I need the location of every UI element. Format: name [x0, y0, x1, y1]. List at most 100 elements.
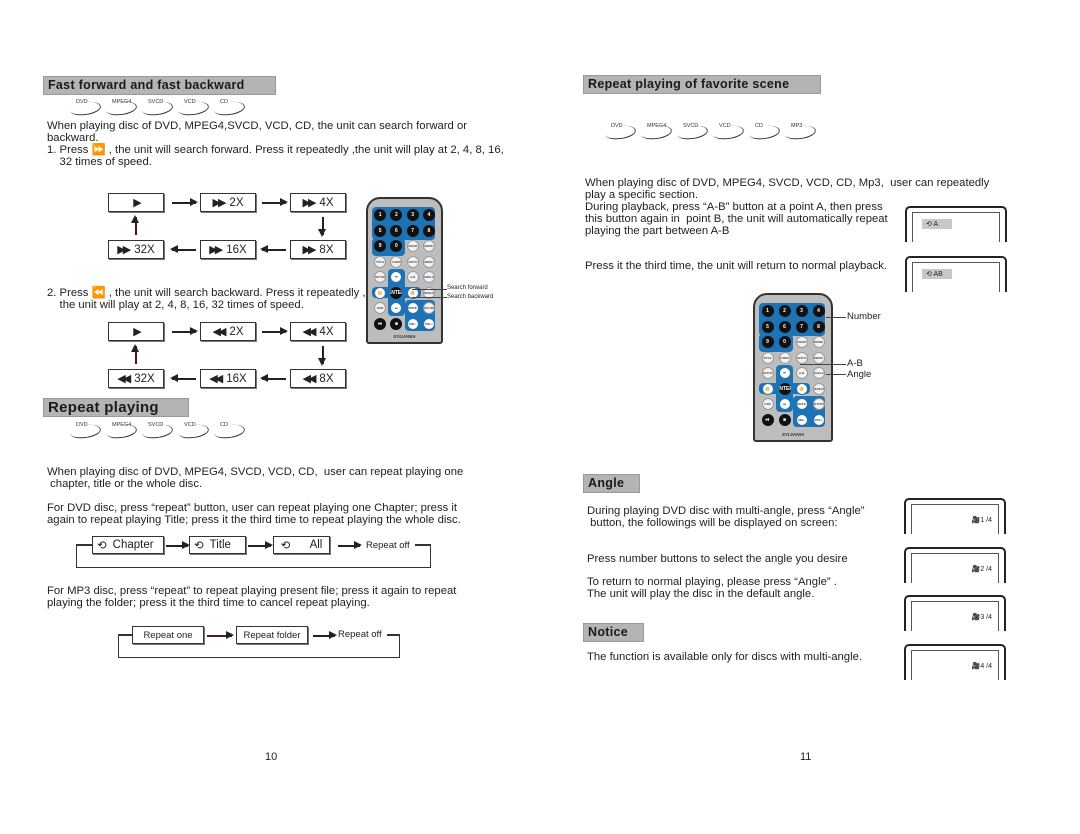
disc-types: DVD MPEG4 SVCD VCD CD MP3 [604, 123, 817, 142]
brand-logo: SYLVANIA [393, 334, 416, 339]
scene-p2: Press it the third time, the unit will r… [585, 260, 888, 272]
remote-key: TITLE [374, 255, 387, 268]
disc-label: CD [755, 123, 763, 129]
section-title-notice: Notice [583, 623, 644, 642]
repeat-p2-1: For DVD disc, press “repeat” button, use… [47, 502, 458, 514]
disc-icon: VCD [712, 123, 745, 142]
fast-forward-icon: ▶▶ [302, 244, 317, 256]
rewind-icon: ◀◀ [212, 326, 227, 338]
angle-p3-2: The unit will play the disc in the defau… [587, 588, 815, 600]
remote-key: OSD [761, 398, 774, 410]
arrow-left [260, 375, 286, 381]
remote-key: VOL+ [812, 413, 825, 426]
fast-forward-icon: ▶▶ [117, 244, 131, 256]
repeat-all-box: ⟲ All [273, 536, 330, 554]
scene-p1-1: When playing disc of DVD, MPEG4, SVCD, V… [585, 177, 990, 189]
fast-forward-icon: ▶▶ [212, 197, 227, 209]
ff-step1-1: 1. Press ⏩ , the unit will search forwar… [47, 144, 504, 156]
remote-key: 6 [778, 320, 791, 333]
remote-key: SETUP [374, 271, 387, 283]
speed-box: ▶▶ 16X [200, 240, 256, 259]
section-title-scene: Repeat playing of favorite scene [583, 75, 821, 94]
disc-label: DVD [76, 422, 88, 428]
fast-forward-icon: ▶▶ [209, 244, 223, 256]
fast-forward-icon: ▶▶ [302, 197, 317, 209]
remote-key: SUBTITLE [406, 255, 419, 268]
scene-p1-2: play a specific section. [585, 189, 699, 201]
angle-p1-1: During playing DVD disc with multi-angle… [587, 505, 865, 517]
speed-label: 4X [319, 325, 334, 338]
repeat-icon: ⟲ [97, 540, 107, 552]
speed-box: ▶ [108, 193, 164, 212]
remote-key: ■ [778, 413, 791, 426]
repeat-chapter-box: ⟲ Chapter [92, 536, 164, 554]
callout-angle: Angle [847, 369, 872, 380]
speed-box: ▶▶ 8X [290, 240, 346, 259]
disc-label: MPEG4 [112, 99, 132, 105]
disc-label: VCD [719, 123, 731, 129]
arrow-left [170, 375, 196, 381]
remote-key: 5 [761, 320, 774, 333]
arrow-right [172, 328, 198, 334]
callout-search-backward: Search backward [447, 294, 494, 300]
speed-label: 16X [226, 372, 247, 385]
disc-label: MPEG4 [112, 422, 132, 428]
angle-screen-3: 🎥3 /4 [904, 595, 1006, 631]
speed-label: 2X [229, 196, 244, 209]
disc-icon: DVD [604, 123, 637, 142]
remote-control: 1234 5678 90 ZOOM MODE TITLE AUDIO SUBTITLE MENU… [753, 293, 833, 442]
speed-box: ◀◀ 32X [108, 369, 164, 388]
speed-box: ▶▶ 4X [290, 193, 346, 212]
remote-key: 7 [406, 224, 419, 237]
repeat-one-box: Repeat one [132, 626, 204, 644]
remote-key: 3 [795, 305, 808, 317]
section-title-ff: Fast forward and fast backward [43, 76, 276, 95]
speed-label: 32X [134, 243, 155, 256]
camera-icon: 🎥 [971, 614, 981, 621]
speed-label: 8X [319, 243, 334, 256]
repeat-p1-1: When playing disc of DVD, MPEG4, SVCD, V… [47, 466, 464, 478]
speed-box: ◀◀ 4X [290, 322, 346, 341]
remote-key: ⏮ [778, 367, 791, 379]
disc-label: CD [220, 422, 228, 428]
play-icon: ▶ [133, 197, 142, 209]
remote-key: ⏭ [778, 398, 791, 410]
disc-icon: DVD [69, 99, 102, 118]
disc-label: SVCD [148, 422, 164, 428]
speed-label: 16X [226, 243, 247, 256]
remote-key: MODE [422, 240, 435, 252]
rewind-icon: ◀◀ [302, 326, 317, 338]
notice-text: The function is available only for discs… [587, 651, 863, 663]
camera-icon: 🎥 [971, 566, 981, 573]
speed-box: ◀◀ 8X [290, 369, 346, 388]
osd-screen-a: ⟲ A [905, 206, 1007, 242]
remote-key: VOL- [795, 413, 808, 426]
section-title-angle: Angle [583, 474, 640, 493]
rewind-icon: ◀◀ [302, 373, 317, 385]
remote-key: ZOOM [795, 336, 808, 348]
remote-key: SUBTITLE [795, 351, 808, 364]
disc-label: MP3 [791, 123, 803, 129]
disc-icon: SVCD [676, 123, 709, 142]
remote-key: MENU [422, 255, 435, 268]
repeat-folder-box: Repeat folder [236, 626, 308, 644]
remote-key: ZOOM [406, 240, 419, 252]
angle-p3-1: To return to normal playing, please pres… [587, 576, 837, 588]
disc-icon: CD [213, 422, 246, 441]
disc-icon: MPEG4 [105, 99, 138, 118]
ff-step2-2: the unit will play at 2, 4, 8, 16, 32 ti… [47, 299, 304, 311]
speed-box: ▶▶ 32X [108, 240, 164, 259]
brand-logo: SYLVANIA [781, 432, 805, 437]
speed-box: ▶▶ 2X [200, 193, 256, 212]
remote-key: ■ [390, 317, 403, 330]
remote-key: VOL- [406, 317, 419, 330]
remote-key: OSD [374, 302, 387, 314]
disc-outline [213, 422, 246, 441]
repeat-p1-2: chapter, title or the whole disc. [47, 478, 203, 490]
remote-key: 9 [761, 336, 774, 348]
remote-key: ENTER [390, 286, 403, 299]
disc-outline [213, 99, 246, 118]
disc-icon: SVCD [141, 422, 174, 441]
arrow-down [319, 217, 325, 237]
remote-key: MENU [812, 351, 825, 364]
